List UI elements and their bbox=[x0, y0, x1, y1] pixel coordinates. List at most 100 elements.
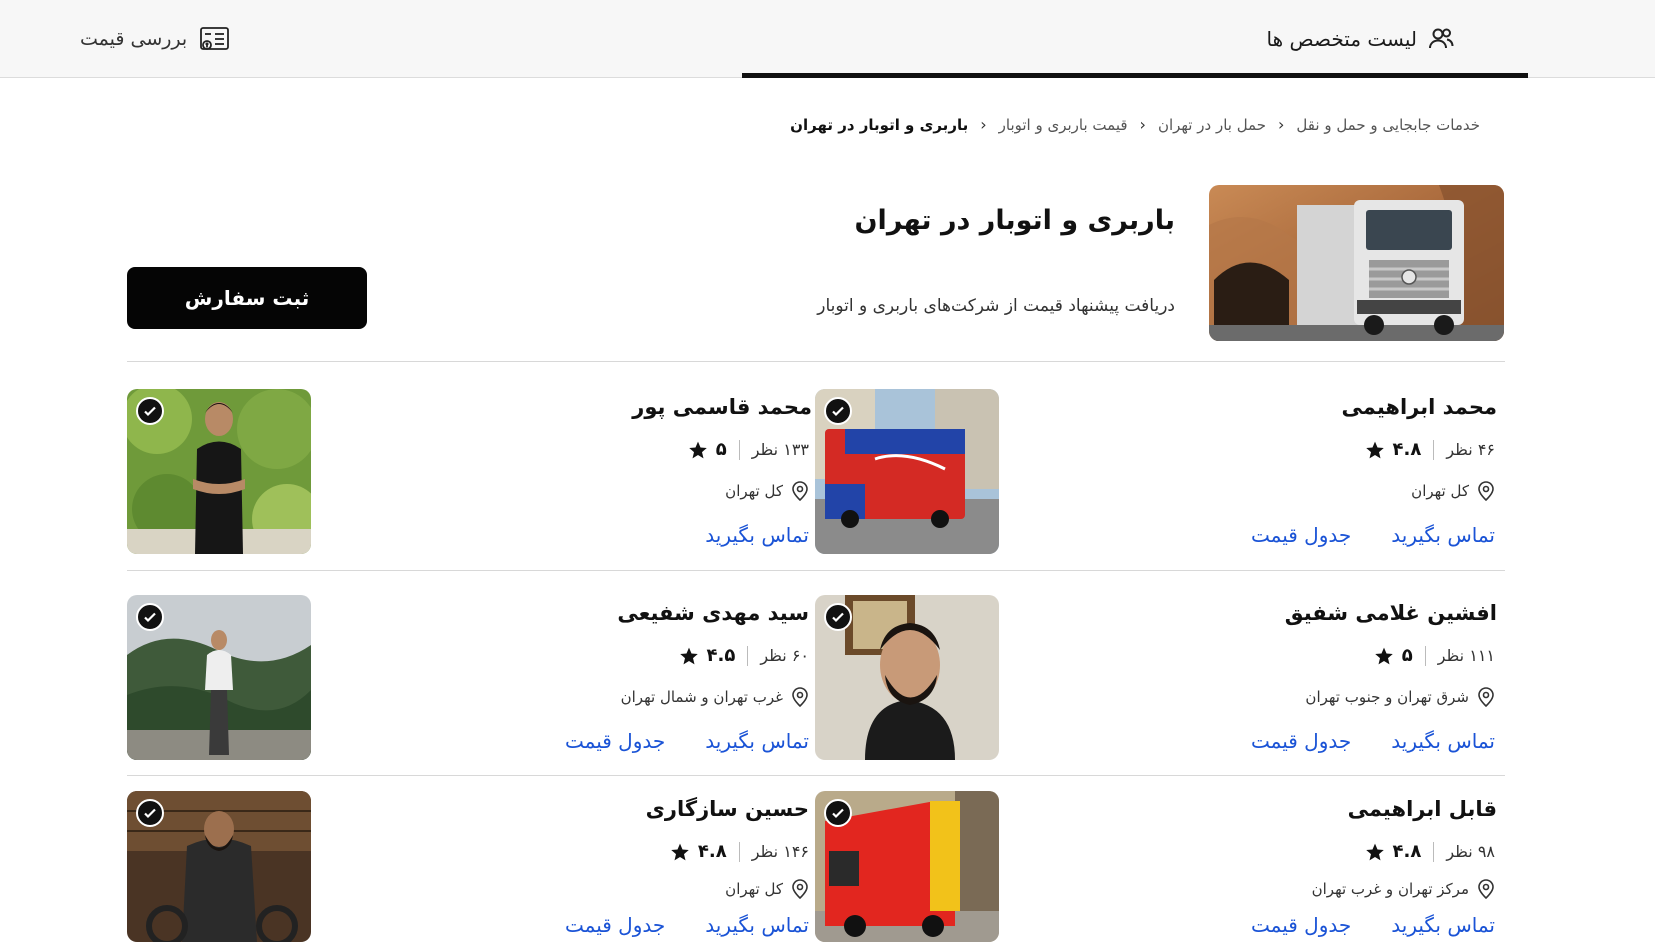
expert-name[interactable]: افشین غلامی شفیق bbox=[1285, 601, 1497, 625]
tab-price-label: بررسی قیمت bbox=[80, 28, 188, 50]
tab-experts-list[interactable]: لیست متخصص ها bbox=[1267, 0, 1455, 78]
chevron-left-icon: ‹ bbox=[980, 115, 987, 134]
hero-truck-image bbox=[1209, 185, 1504, 341]
separator bbox=[1433, 439, 1435, 460]
verified-check-icon bbox=[136, 397, 164, 425]
expert-rating-row: ۱۱۱ نظر ۵ bbox=[1374, 645, 1495, 666]
expert-name[interactable]: حسین سازگاری bbox=[646, 797, 809, 821]
location-pin-icon bbox=[1478, 687, 1494, 707]
expert-name[interactable]: قابل ابراهیمی bbox=[1348, 797, 1497, 821]
expert-location: غرب تهران و شمال تهران bbox=[621, 687, 809, 707]
card-actions: تماس بگیرید جدول قیمت bbox=[1251, 913, 1495, 937]
expert-name[interactable]: سید مهدی شفیعی bbox=[617, 601, 809, 625]
rating-value: ۵ bbox=[1401, 645, 1413, 666]
rating-value: ۴.۸ bbox=[697, 841, 727, 862]
expert-photo bbox=[127, 389, 311, 554]
price-table-link[interactable]: جدول قیمت bbox=[1251, 729, 1351, 753]
breadcrumb-item[interactable]: خدمات جابجایی و حمل و نقل bbox=[1296, 116, 1480, 134]
breadcrumb-item[interactable]: حمل بار در تهران bbox=[1158, 116, 1266, 134]
tab-experts-label: لیست متخصص ها bbox=[1266, 27, 1417, 51]
star-icon bbox=[1374, 647, 1393, 664]
location-text: شرق تهران و جنوب تهران bbox=[1305, 688, 1469, 706]
card-actions: تماس بگیرید bbox=[705, 523, 809, 547]
expert-photo bbox=[127, 595, 311, 760]
review-count: ۶۰ نظر bbox=[760, 646, 809, 665]
rating: ۴.۸ bbox=[1365, 841, 1421, 862]
expert-location: مرکز تهران و غرب تهران bbox=[1312, 879, 1495, 899]
location-text: غرب تهران و شمال تهران bbox=[620, 688, 783, 706]
expert-photo bbox=[815, 389, 999, 554]
expert-rating-row: ۹۸ نظر ۴.۸ bbox=[1365, 841, 1495, 862]
expert-name[interactable]: محمد ابراهیمی bbox=[1342, 395, 1497, 419]
separator bbox=[738, 439, 740, 460]
users-icon bbox=[1427, 25, 1455, 53]
rating: ۴.۵ bbox=[679, 645, 736, 666]
rating-value: ۴.۵ bbox=[706, 645, 736, 666]
location-pin-icon bbox=[1478, 481, 1494, 501]
review-count: ۱۴۶ نظر bbox=[751, 842, 809, 861]
expert-location: کل تهران bbox=[725, 481, 809, 501]
review-count: ۱۳۳ نظر bbox=[751, 440, 809, 459]
tab-price-review[interactable]: بررسی قیمت bbox=[80, 0, 231, 78]
separator bbox=[747, 645, 749, 666]
star-icon bbox=[1365, 843, 1384, 860]
page-subtitle: دریافت پیشنهاد قیمت از شرکت‌های باربری و… bbox=[817, 296, 1175, 316]
page-title: باربری و اتوبار در تهران bbox=[854, 205, 1175, 236]
expert-rating-row: ۶۰ نظر ۴.۵ bbox=[679, 645, 809, 666]
location-pin-icon bbox=[792, 687, 808, 707]
contact-link[interactable]: تماس بگیرید bbox=[705, 523, 809, 547]
separator bbox=[1433, 841, 1435, 862]
expert-photo bbox=[815, 595, 999, 760]
contact-link[interactable]: تماس بگیرید bbox=[705, 729, 809, 753]
contact-link[interactable]: تماس بگیرید bbox=[1391, 913, 1495, 937]
star-icon bbox=[1365, 441, 1384, 458]
card-actions: تماس بگیرید جدول قیمت bbox=[1251, 523, 1495, 547]
submit-order-button[interactable]: ثبت سفارش bbox=[127, 267, 367, 329]
verified-check-icon bbox=[824, 603, 852, 631]
location-pin-icon bbox=[792, 481, 808, 501]
card-actions: تماس بگیرید جدول قیمت bbox=[1251, 729, 1495, 753]
location-text: کل تهران bbox=[725, 880, 783, 898]
chevron-left-icon: ‹ bbox=[1278, 115, 1285, 134]
divider bbox=[127, 570, 1505, 571]
location-pin-icon bbox=[1478, 879, 1494, 899]
expert-rating-row: ۱۳۳ نظر ۵ bbox=[688, 439, 809, 460]
breadcrumb: خدمات جابجایی و حمل و نقل ‹ حمل بار در ت… bbox=[790, 116, 1480, 134]
breadcrumb-current: باربری و اتوبار در تهران bbox=[790, 116, 969, 134]
breadcrumb-item[interactable]: قیمت باربری و اتوبار bbox=[999, 116, 1128, 134]
expert-location: شرق تهران و جنوب تهران bbox=[1305, 687, 1495, 707]
review-count: ۴۶ نظر bbox=[1446, 440, 1495, 459]
separator bbox=[738, 841, 740, 862]
rating: ۵ bbox=[1374, 645, 1413, 666]
verified-check-icon bbox=[136, 603, 164, 631]
verified-check-icon bbox=[136, 799, 164, 827]
star-icon bbox=[688, 441, 707, 458]
contact-link[interactable]: تماس بگیرید bbox=[705, 913, 809, 937]
expert-photo bbox=[815, 791, 999, 942]
star-icon bbox=[679, 647, 698, 664]
expert-location: کل تهران bbox=[1411, 481, 1495, 501]
separator bbox=[1424, 645, 1426, 666]
contact-link[interactable]: تماس بگیرید bbox=[1391, 729, 1495, 753]
verified-check-icon bbox=[824, 397, 852, 425]
price-table-link[interactable]: جدول قیمت bbox=[1251, 523, 1351, 547]
expert-location: کل تهران bbox=[725, 879, 809, 899]
price-table-link[interactable]: جدول قیمت bbox=[565, 729, 665, 753]
card-actions: تماس بگیرید جدول قیمت bbox=[565, 729, 809, 753]
expert-photo bbox=[127, 791, 311, 942]
card-actions: تماس بگیرید جدول قیمت bbox=[565, 913, 809, 937]
location-text: مرکز تهران و غرب تهران bbox=[1311, 880, 1469, 898]
price-table-link[interactable]: جدول قیمت bbox=[1251, 913, 1351, 937]
chevron-left-icon: ‹ bbox=[1139, 115, 1146, 134]
expert-name[interactable]: محمد قاسمی پور bbox=[632, 395, 812, 419]
verified-check-icon bbox=[824, 799, 852, 827]
rating-value: ۴.۸ bbox=[1392, 439, 1422, 460]
contact-link[interactable]: تماس بگیرید bbox=[1391, 523, 1495, 547]
rating: ۴.۸ bbox=[670, 841, 727, 862]
rating-value: ۵ bbox=[715, 439, 727, 460]
top-navigation-bar: لیست متخصص ها بررسی قیمت bbox=[0, 0, 1655, 78]
price-table-link[interactable]: جدول قیمت bbox=[565, 913, 665, 937]
location-text: کل تهران bbox=[1411, 482, 1469, 500]
location-text: کل تهران bbox=[725, 482, 783, 500]
expert-rating-row: ۴۶ نظر ۴.۸ bbox=[1365, 439, 1495, 460]
